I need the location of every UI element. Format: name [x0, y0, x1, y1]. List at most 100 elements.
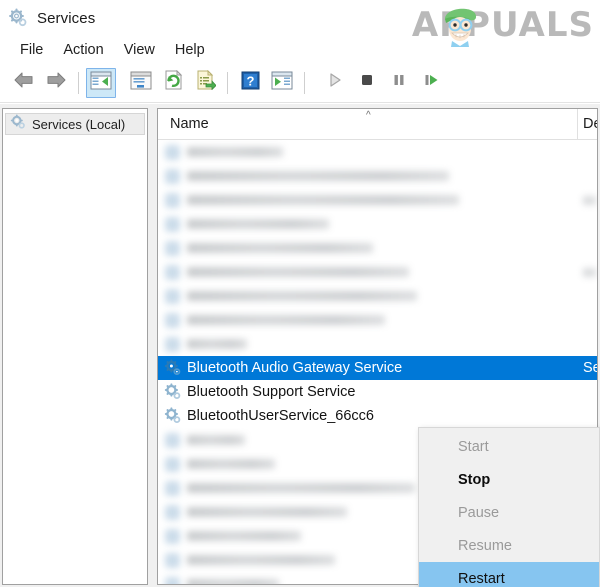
sidebar-item-services-local[interactable]: Services (Local)	[5, 113, 145, 135]
gear-icon	[165, 144, 180, 160]
content-area: Services (Local) Name ^ De	[0, 104, 600, 587]
list-item-label	[187, 195, 459, 205]
gear-icon	[165, 312, 180, 328]
list-item-label: BluetoothUserService_66cc6	[187, 408, 374, 424]
list-item[interactable]	[158, 212, 597, 236]
menu-help[interactable]: Help	[165, 40, 215, 60]
gear-icon	[165, 336, 180, 352]
restart-service-button[interactable]	[416, 68, 446, 98]
list-item-label	[187, 315, 385, 325]
list-item[interactable]	[158, 140, 597, 164]
stop-service-button[interactable]	[352, 68, 382, 98]
gear-icon	[165, 192, 180, 208]
context-menu-item-label: Restart	[458, 570, 505, 587]
menu-file[interactable]: File	[10, 40, 53, 60]
list-item-label	[187, 147, 283, 157]
play-icon	[326, 71, 344, 94]
menu-view[interactable]: View	[114, 40, 165, 60]
list-item-bluetooth-support-service[interactable]: Bluetooth Support Service	[158, 380, 597, 404]
list-item-bluetooth-audio-gateway-service[interactable]: Bluetooth Audio Gateway Service Se	[158, 356, 597, 380]
list-item-label	[187, 531, 301, 541]
gear-icon	[165, 576, 180, 584]
list-item-label	[187, 291, 417, 301]
gear-icon	[8, 8, 28, 28]
toolbar: ?	[0, 63, 600, 103]
list-item-label	[187, 507, 347, 517]
list-item[interactable]	[158, 236, 597, 260]
properties-window-button[interactable]	[126, 68, 156, 98]
context-menu-item-restart[interactable]: Restart	[419, 562, 599, 587]
gear-icon	[165, 264, 180, 280]
gear-icon	[164, 359, 182, 377]
list-item-label	[187, 267, 409, 277]
refresh-icon	[163, 69, 184, 95]
list-item-label	[187, 219, 329, 229]
help-button[interactable]: ?	[235, 68, 265, 98]
menu-bar: File Action View Help	[0, 36, 600, 63]
list-item-label	[187, 555, 335, 565]
console-tree-icon	[90, 71, 112, 95]
gear-icon	[165, 432, 180, 448]
list-item[interactable]	[158, 188, 597, 212]
show-action-pane-button[interactable]	[267, 68, 297, 98]
list-column-header: Name ^ De	[158, 109, 597, 140]
column-header-name-label: Name	[170, 116, 209, 132]
column-header-description[interactable]: De	[577, 109, 597, 139]
toolbar-separator	[78, 71, 79, 94]
gear-icon	[10, 113, 26, 135]
list-item-description: Se	[583, 360, 597, 376]
stop-square-icon	[358, 71, 376, 94]
pane-splitter[interactable]	[148, 108, 155, 585]
sidebar-item-label: Services (Local)	[32, 116, 126, 132]
list-item-label	[187, 483, 415, 493]
gear-icon	[165, 480, 180, 496]
action-pane-icon	[271, 71, 293, 95]
list-item[interactable]	[158, 284, 597, 308]
console-tree-pane: Services (Local)	[2, 108, 148, 585]
export-list-icon	[195, 69, 217, 95]
list-item-label: Bluetooth Support Service	[187, 384, 356, 400]
list-item-label	[187, 435, 245, 445]
context-menu-item-pause[interactable]: Pause	[419, 496, 599, 529]
gear-icon	[165, 240, 180, 256]
context-menu-item-label: Start	[458, 438, 489, 455]
start-service-button[interactable]	[320, 68, 350, 98]
gear-icon	[165, 552, 180, 568]
back-button[interactable]	[9, 68, 39, 98]
context-menu-item-label: Resume	[458, 537, 512, 554]
refresh-button[interactable]	[158, 68, 188, 98]
context-menu: Start Stop Pause Resume Restart All Task…	[418, 427, 600, 587]
context-menu-item-stop[interactable]: Stop	[419, 463, 599, 496]
gear-icon	[165, 168, 180, 184]
list-item[interactable]	[158, 308, 597, 332]
menu-action[interactable]: Action	[53, 40, 113, 60]
gear-icon	[165, 504, 180, 520]
list-item[interactable]	[158, 260, 597, 284]
export-list-button[interactable]	[190, 68, 220, 98]
list-item[interactable]	[158, 332, 597, 356]
list-item[interactable]	[158, 164, 597, 188]
list-item-label	[187, 579, 279, 584]
column-header-name[interactable]: Name ^	[158, 109, 577, 139]
column-header-description-label: De	[583, 116, 597, 132]
list-item-label	[187, 459, 275, 469]
svg-text:?: ?	[246, 73, 254, 88]
show-hide-console-tree-button[interactable]	[86, 67, 116, 98]
list-item-bluetoothuserservice-66cc6[interactable]: BluetoothUserService_66cc6	[158, 404, 597, 428]
toolbar-separator	[227, 71, 228, 94]
arrow-left-icon	[13, 71, 35, 94]
list-item-label	[187, 171, 449, 181]
context-menu-item-label: Stop	[458, 471, 491, 488]
gear-icon	[165, 288, 180, 304]
gear-icon	[164, 383, 182, 401]
pause-service-button[interactable]	[384, 68, 414, 98]
gear-icon	[165, 216, 180, 232]
context-menu-item-start[interactable]: Start	[419, 430, 599, 463]
gear-icon	[165, 456, 180, 472]
context-menu-item-resume[interactable]: Resume	[419, 529, 599, 562]
list-item-label	[187, 339, 247, 349]
help-question-icon: ?	[241, 71, 260, 95]
forward-button[interactable]	[41, 68, 71, 98]
pause-icon	[390, 71, 408, 94]
context-menu-item-label: Pause	[458, 504, 500, 521]
